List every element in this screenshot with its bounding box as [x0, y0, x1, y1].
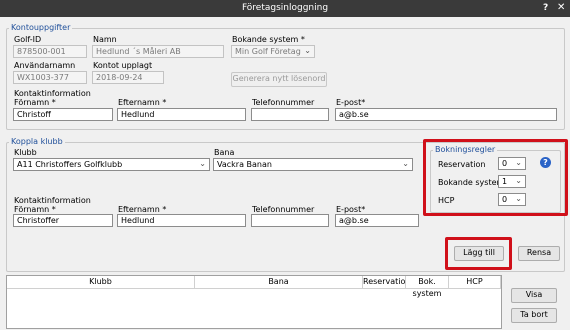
namn-field[interactable]: Hedlund ´s Måleri AB: [92, 45, 224, 58]
efternamn-label: Efternamn *: [118, 98, 167, 107]
epost-label-2: E-post*: [336, 205, 366, 214]
golf-id-label: Golf-ID: [14, 35, 42, 44]
chevron-down-icon: ⌄: [199, 159, 206, 168]
help-icon[interactable]: ?: [543, 3, 548, 13]
column-hcp[interactable]: HCP: [449, 276, 501, 289]
bokande-system-regel-value: 1: [502, 177, 508, 186]
close-icon[interactable]: ✕: [557, 2, 565, 13]
help-icon[interactable]: ?: [540, 157, 551, 168]
bana-select[interactable]: Vackra Banan ⌄: [213, 158, 413, 171]
bokande-system-label: Bokande system *: [232, 35, 305, 44]
fornamn-field[interactable]: Christoff: [13, 108, 113, 121]
efternamn-field-2[interactable]: Hedlund: [117, 214, 246, 227]
chevron-down-icon: ⌄: [304, 46, 311, 55]
reservation-value: 0: [502, 159, 508, 168]
bokande-system-value: Min Golf Företag: [235, 47, 301, 56]
efternamn-field[interactable]: Hedlund: [117, 108, 246, 121]
hcp-value: 0: [502, 195, 508, 204]
kontot-upplagt-field[interactable]: 2018-09-24: [92, 71, 164, 84]
chevron-down-icon: ⌄: [515, 158, 522, 167]
epost-label: E-post*: [336, 98, 366, 107]
telefon-label-2: Telefonnummer: [252, 205, 315, 214]
kontot-upplagt-label: Kontot upplagt: [93, 61, 153, 70]
bokande-system-select[interactable]: Min Golf Företag ⌄: [231, 45, 315, 58]
column-klubb[interactable]: Klubb: [7, 276, 195, 289]
reservation-select[interactable]: 0 ⌄: [498, 157, 526, 170]
reservation-label: Reservation: [438, 160, 486, 169]
bokningsregler-legend: Bokningsregler: [433, 145, 498, 154]
bana-label: Bana: [214, 148, 235, 157]
fornamn-label: Förnamn *: [14, 98, 56, 107]
koppling-table[interactable]: Klubb Bana Reservation Bok. system HCP: [6, 275, 502, 329]
klubb-value: A11 Christoffers Golfklubb: [17, 160, 123, 169]
bokande-system-regel-select[interactable]: 1 ⌄: [498, 175, 526, 188]
bokande-system-regel-label: Bokande system: [438, 178, 505, 187]
fornamn-label-2: Förnamn *: [14, 205, 56, 214]
column-bana[interactable]: Bana: [195, 276, 363, 289]
kontouppgifter-legend: Kontouppgifter: [9, 23, 73, 32]
epost-field-2[interactable]: a@b.se: [335, 214, 419, 227]
column-reservation[interactable]: Reservation: [363, 276, 410, 289]
lagg-till-button[interactable]: Lägg till: [454, 246, 504, 261]
hcp-select[interactable]: 0 ⌄: [498, 193, 526, 206]
telefon-field-2[interactable]: [251, 214, 329, 227]
koppla-klubb-legend: Koppla klubb: [9, 137, 65, 146]
golf-id-field[interactable]: 878500-001: [13, 45, 87, 58]
telefon-label: Telefonnummer: [252, 98, 315, 107]
title-bar: Företagsinloggning ? ✕: [0, 0, 570, 17]
generera-losenord-button[interactable]: Generera nytt lösenord: [231, 72, 327, 87]
chevron-down-icon: ⌄: [515, 176, 522, 185]
kontakt-header-2: Kontaktinformation: [14, 196, 91, 205]
rensa-button[interactable]: Rensa: [518, 246, 560, 261]
klubb-select[interactable]: A11 Christoffers Golfklubb ⌄: [13, 158, 210, 171]
kontakt-header: Kontaktinformation: [14, 89, 91, 98]
chevron-down-icon: ⌄: [515, 194, 522, 203]
hcp-label: HCP: [438, 196, 455, 205]
visa-button[interactable]: Visa: [511, 288, 557, 303]
namn-label: Namn: [93, 35, 117, 44]
klubb-label: Klubb: [14, 148, 37, 157]
column-bok-system[interactable]: Bok. system: [406, 276, 449, 298]
telefon-field[interactable]: [251, 108, 329, 121]
anvandarnamn-field[interactable]: WX1003-377: [13, 71, 87, 84]
efternamn-label-2: Efternamn *: [118, 205, 167, 214]
fornamn-field-2[interactable]: Christoffer: [13, 214, 113, 227]
window-title: Företagsinloggning: [241, 3, 329, 13]
anvandarnamn-label: Användarnamn: [14, 61, 76, 70]
ta-bort-button[interactable]: Ta bort: [511, 308, 557, 323]
epost-field[interactable]: a@b.se: [335, 108, 557, 121]
bana-value: Vackra Banan: [217, 160, 272, 169]
chevron-down-icon: ⌄: [402, 159, 409, 168]
